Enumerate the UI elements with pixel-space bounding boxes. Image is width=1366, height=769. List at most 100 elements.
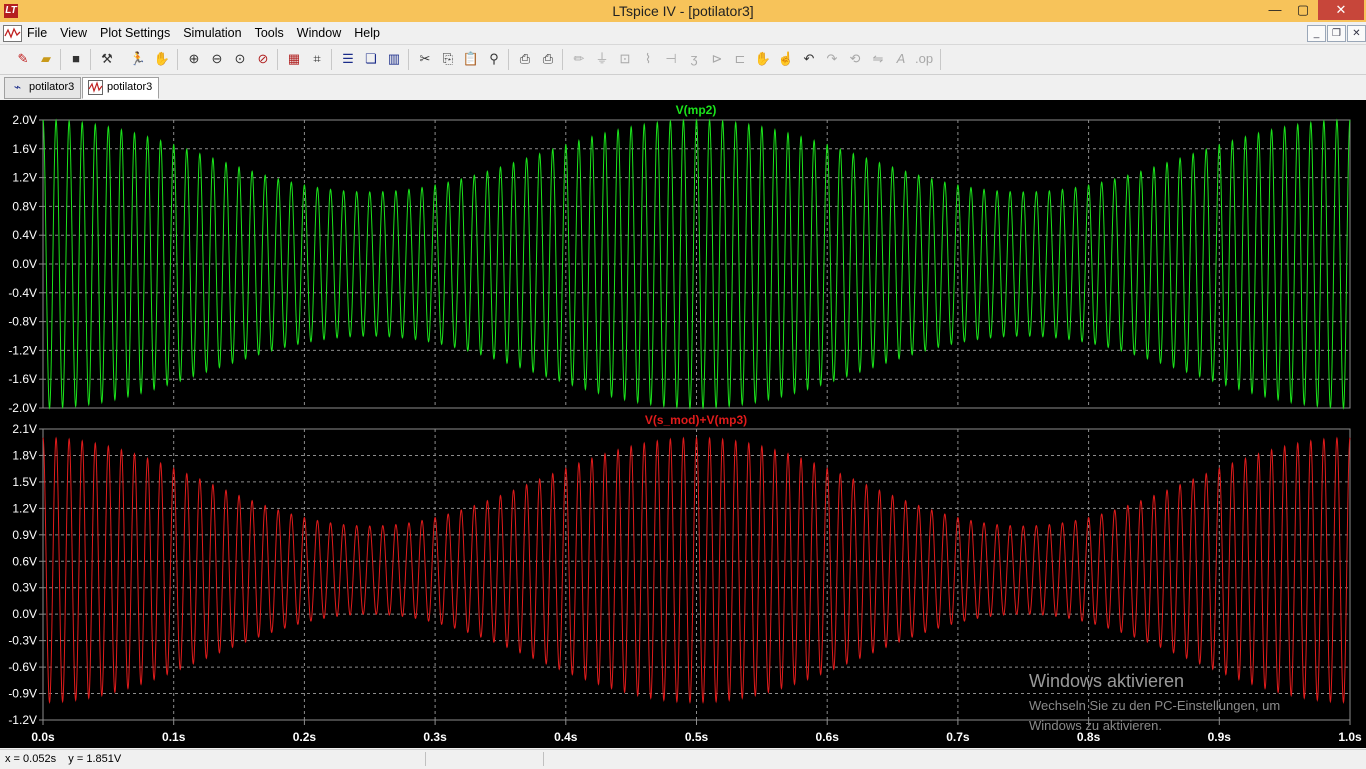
x-tick-label: 0.6s — [816, 730, 840, 744]
close-button[interactable]: ✕ — [1318, 0, 1364, 20]
menu-window[interactable]: Window — [297, 26, 341, 40]
rotate-icon[interactable]: ⟲ — [846, 50, 864, 68]
capacitor-icon[interactable]: ⊣ — [662, 50, 680, 68]
y-tick-label: -0.3V — [8, 634, 37, 648]
open-icon[interactable]: ▰ — [37, 50, 55, 68]
x-tick-label: 0.1s — [162, 730, 186, 744]
label-net-icon[interactable]: ⊡ — [616, 50, 634, 68]
status-cell — [425, 752, 544, 766]
tab-label: potilator3 — [29, 81, 75, 93]
toolbar-separator — [408, 49, 409, 70]
new-schematic-icon[interactable]: ✎ — [14, 50, 32, 68]
toolbar-separator — [60, 49, 61, 70]
status-bar: x = 0.052s y = 1.851V — [0, 749, 1366, 769]
mirror-icon[interactable]: ⇋ — [869, 50, 887, 68]
waveform-viewer[interactable]: V(mp2) 2.0V 1.6V 1.2V 0.8V 0.4V 0.0V -0.4V -0.8… — [0, 100, 1366, 748]
y-tick-label: -0.4V — [8, 286, 37, 300]
window-title: LTspice IV - [potilator3] — [612, 3, 754, 19]
mark-unused-icon[interactable]: ⌗ — [308, 50, 326, 68]
resistor-icon[interactable]: ⌇ — [639, 50, 657, 68]
inductor-icon[interactable]: ʒ — [685, 50, 703, 68]
tile-vertical-icon[interactable]: ▥ — [385, 50, 403, 68]
menu-simulation[interactable]: Simulation — [183, 26, 241, 40]
x-tick-label: 0.9s — [1208, 730, 1232, 744]
maximize-button[interactable]: ▢ — [1290, 0, 1316, 20]
menu-tools[interactable]: Tools — [255, 26, 284, 40]
minimize-button[interactable]: — — [1262, 0, 1288, 20]
paste-icon[interactable]: 📋 — [462, 50, 480, 68]
y-tick-label: 0.0V — [12, 607, 37, 621]
halt-icon[interactable]: ✋ — [153, 50, 171, 68]
wire-icon[interactable]: ✏ — [570, 50, 588, 68]
status-cell — [543, 752, 664, 766]
y-tick-label: 0.8V — [12, 199, 37, 213]
grid — [43, 429, 1350, 720]
plot-pane-bottom[interactable]: V(s_mod)+V(mp3) 2.1V 1.8V 1.5V 1.2V 0.9V 0.6V… — [8, 413, 1351, 727]
x-tick-label: 0.4s — [554, 730, 578, 744]
menu-help[interactable]: Help — [354, 26, 380, 40]
zoom-fit-icon[interactable]: ⊙ — [231, 50, 249, 68]
x-tick-label: 0.7s — [946, 730, 970, 744]
tab-schematic[interactable]: ⌁ potilator3 — [4, 77, 82, 99]
zoom-cancel-icon[interactable]: ⊘ — [254, 50, 272, 68]
toolbar-separator — [277, 49, 278, 70]
trace-label-vmp2[interactable]: V(mp2) — [676, 103, 717, 117]
run-icon[interactable]: 🏃 — [129, 50, 147, 68]
cascade-icon[interactable]: ❏ — [362, 50, 380, 68]
toolbar-separator — [562, 49, 563, 70]
print-icon[interactable]: ⎙ — [539, 50, 557, 68]
tab-bar: ⌁ potilator3 potilator3 — [0, 75, 1366, 99]
trace-label-vsmod-vmp3[interactable]: V(s_mod)+V(mp3) — [645, 413, 747, 427]
control-panel-icon[interactable]: ⚒ — [98, 50, 116, 68]
find-icon[interactable]: ⚲ — [485, 50, 503, 68]
waveform-icon — [88, 80, 103, 95]
y-axis-ticks: 2.1V 1.8V 1.5V 1.2V 0.9V 0.6V 0.3V 0.0V -0.3V -0.… — [8, 422, 43, 727]
y-tick-label: -1.6V — [8, 372, 37, 386]
spice-directive-icon[interactable]: .op — [915, 50, 933, 68]
y-tick-label: -2.0V — [8, 401, 37, 415]
x-tick-label: 0.5s — [685, 730, 709, 744]
schematic-icon: ⌁ — [13, 80, 22, 94]
copy-icon[interactable]: ⎘ — [439, 50, 457, 68]
component-icon[interactable]: ⊏ — [731, 50, 749, 68]
mdi-close-button[interactable]: ✕ — [1347, 25, 1366, 42]
print-setup-icon[interactable]: ⎙ — [516, 50, 534, 68]
waveform-doc-icon[interactable] — [3, 25, 22, 42]
zoom-in-icon[interactable]: ⊕ — [185, 50, 203, 68]
y-tick-label: -1.2V — [8, 713, 37, 727]
toolbar-separator — [331, 49, 332, 70]
ground-icon[interactable]: ⏚ — [593, 50, 611, 68]
y-axis-ticks: 2.0V 1.6V 1.2V 0.8V 0.4V 0.0V -0.4V -0.8V -1.2V -… — [8, 113, 43, 415]
toolbar-separator — [940, 49, 941, 70]
mdi-restore-button[interactable]: ❐ — [1327, 25, 1346, 42]
title-bar: LT LTspice IV - [potilator3] — ▢ ✕ — [0, 0, 1366, 22]
zoom-out-icon[interactable]: ⊖ — [208, 50, 226, 68]
redo-icon[interactable]: ↷ — [823, 50, 841, 68]
tile-horizontal-icon[interactable]: ☰ — [339, 50, 357, 68]
y-tick-label: 0.6V — [12, 554, 37, 568]
mdi-minimize-button[interactable]: _ — [1307, 25, 1326, 42]
y-tick-label: -0.6V — [8, 660, 37, 674]
menu-bar: File View Plot Settings Simulation Tools… — [0, 22, 1366, 45]
menu-view[interactable]: View — [60, 26, 87, 40]
menu-plot-settings[interactable]: Plot Settings — [100, 26, 170, 40]
plot-pane-top[interactable]: V(mp2) 2.0V 1.6V 1.2V 0.8V 0.4V 0.0V -0.4V -0.8… — [8, 103, 1351, 415]
save-icon[interactable]: ■ — [67, 50, 85, 68]
autorange-icon[interactable]: ▦ — [285, 50, 303, 68]
toolbar: ✎ ▰ ■ ⚒ 🏃 ✋ ⊕ ⊖ ⊙ ⊘ ▦ ⌗ ☰ ❏ ▥ ✂ ⎘ 📋 ⚲ ⎙ … — [0, 45, 1366, 75]
undo-icon[interactable]: ↶ — [800, 50, 818, 68]
toolbar-separator — [508, 49, 509, 70]
cut-icon[interactable]: ✂ — [416, 50, 434, 68]
x-tick-label: 0.3s — [423, 730, 447, 744]
diode-icon[interactable]: ⊳ — [708, 50, 726, 68]
tab-label: potilator3 — [107, 81, 153, 93]
y-tick-label: 1.2V — [12, 501, 37, 515]
menu-file[interactable]: File — [27, 26, 47, 40]
move-icon[interactable]: ✋ — [754, 50, 772, 68]
text-icon[interactable]: A — [892, 50, 910, 68]
y-tick-label: 1.5V — [12, 475, 37, 489]
y-tick-label: 1.2V — [12, 171, 37, 185]
drag-icon[interactable]: ☝ — [777, 50, 795, 68]
tab-waveform[interactable]: potilator3 — [82, 77, 160, 99]
y-tick-label: 2.0V — [12, 113, 37, 127]
